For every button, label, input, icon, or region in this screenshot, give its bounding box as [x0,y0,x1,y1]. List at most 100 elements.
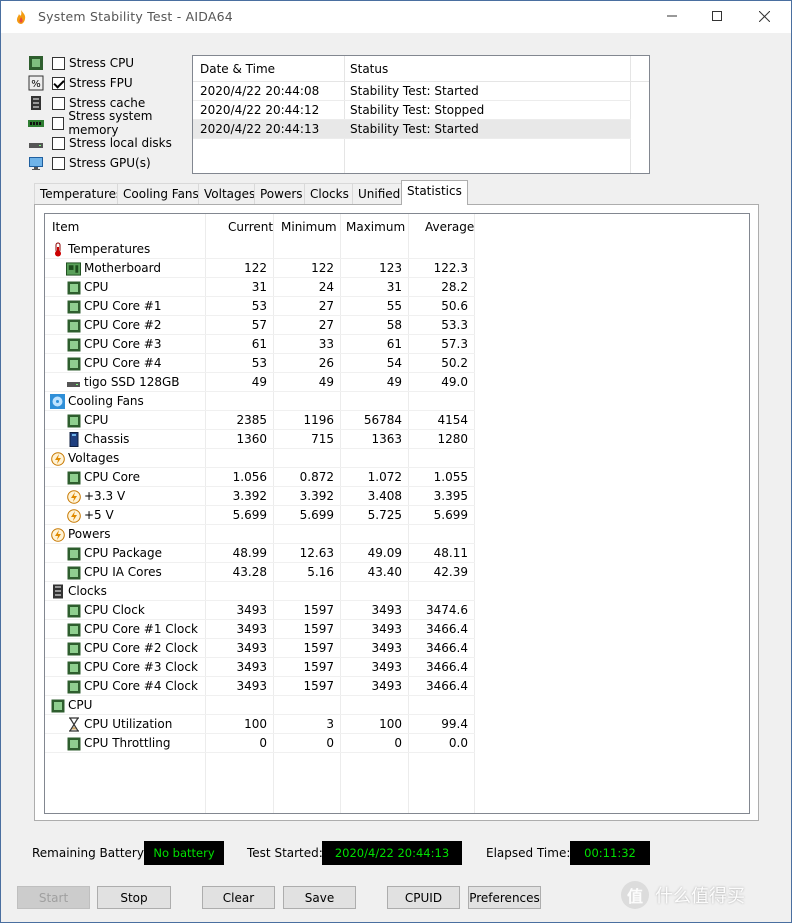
maximum-value: 3493 [371,641,402,655]
item-label: Chassis [84,432,130,446]
item-label: CPU Package [84,546,162,560]
header-minimum[interactable]: Minimum [281,220,337,234]
cpu-chip-icon [66,280,81,295]
event-log-table[interactable]: Date & Time Status 2020/4/22 20:44:08 St… [192,55,650,174]
stress-disks-checkbox[interactable] [52,136,65,150]
table-row[interactable]: CPU Core #3 Clock 3493 1597 3493 3466.4 [45,658,475,677]
tab-unified[interactable]: Unified [352,183,407,204]
table-row[interactable]: CPU Throttling 0 0 0 0.0 [45,734,475,753]
table-row[interactable]: Chassis 1360 715 1363 1280 [45,430,475,449]
minimum-value: 27 [318,299,334,313]
maximum-value: 3493 [371,622,402,636]
minimum-value: 1597 [303,641,334,655]
table-row[interactable]: CPU IA Cores 43.28 5.16 43.40 42.39 [45,563,475,582]
group-row[interactable]: Cooling Fans [45,392,475,411]
current-value: 122 [244,261,267,275]
table-row[interactable]: Motherboard 122 122 123 122.3 [45,259,475,278]
table-row[interactable]: tigo SSD 128GB 49 49 49 49.0 [45,373,475,392]
stress-cpu-checkbox[interactable] [52,56,65,70]
battery-display: No battery [144,841,224,865]
header-current[interactable]: Current [228,220,273,234]
save-button[interactable]: Save [283,886,356,909]
table-row[interactable]: CPU Core #2 Clock 3493 1597 3493 3466.4 [45,639,475,658]
stress-gpu-option[interactable]: Stress GPU(s) [28,153,198,173]
average-value: 99.4 [441,717,468,731]
clear-button[interactable]: Clear [202,886,275,909]
item-label: CPU Utilization [84,717,173,731]
minimize-button[interactable] [649,1,695,31]
table-row[interactable]: CPU 2385 1196 56784 4154 [45,411,475,430]
stress-memory-option[interactable]: Stress system memory [28,109,198,137]
log-row[interactable]: 2020/4/22 20:44:12 Stability Test: Stopp… [193,101,631,120]
item-label: CPU [84,413,109,427]
item-label: CPU Core #1 [84,299,162,313]
close-button[interactable] [741,1,787,31]
table-row[interactable]: CPU Clock 3493 1597 3493 3474.6 [45,601,475,620]
table-row[interactable]: CPU Core #1 53 27 55 50.6 [45,297,475,316]
stress-gpu-checkbox[interactable] [52,156,65,170]
log-header-status[interactable]: Status [350,62,388,76]
minimum-value: 1597 [303,660,334,674]
group-label: Powers [68,527,111,541]
tab-voltages[interactable]: Voltages [198,183,262,204]
log-datetime: 2020/4/22 20:44:12 [200,103,320,117]
maximum-value: 1.072 [367,470,402,484]
tab-temperatures[interactable]: Temperatures [34,183,129,204]
log-header-datetime[interactable]: Date & Time [200,62,275,76]
header-item[interactable]: Item [52,220,79,234]
log-row-selected[interactable]: 2020/4/22 20:44:13 Stability Test: Start… [193,120,631,139]
tab-statistics[interactable]: Statistics [401,180,468,205]
group-row[interactable]: Clocks [45,582,475,601]
group-label: Temperatures [68,242,151,256]
table-row[interactable]: CPU 31 24 31 28.2 [45,278,475,297]
table-row[interactable]: CPU Core #2 57 27 58 53.3 [45,316,475,335]
minimum-value: 27 [318,318,334,332]
minimum-value: 3 [326,717,334,731]
item-label: CPU Core #4 Clock [84,679,198,693]
memory-module-icon [28,115,44,131]
thermometer-icon [50,242,65,257]
table-row[interactable]: +5 V 5.699 5.699 5.725 5.699 [45,506,475,525]
tab-powers[interactable]: Powers [254,183,309,204]
stress-fpu-checkbox[interactable] [52,76,65,90]
table-row[interactable]: CPU Core #4 53 26 54 50.2 [45,354,475,373]
table-row[interactable]: CPU Utilization 100 3 100 99.4 [45,715,475,734]
header-maximum[interactable]: Maximum [346,220,405,234]
table-row[interactable]: +3.3 V 3.392 3.392 3.408 3.395 [45,487,475,506]
stress-memory-checkbox[interactable] [52,116,65,130]
start-button[interactable]: Start [17,886,90,909]
maximize-button[interactable] [694,1,740,31]
header-average[interactable]: Average [425,220,474,234]
statistics-table[interactable]: Item Current Minimum Maximum Average Tem… [44,213,750,814]
tab-cooling-fans[interactable]: Cooling Fans [117,183,205,204]
average-value: 3466.4 [426,660,468,674]
stress-cpu-option[interactable]: Stress CPU [28,53,198,73]
maximum-value: 1363 [371,432,402,446]
table-row[interactable]: CPU Core #1 Clock 3493 1597 3493 3466.4 [45,620,475,639]
group-row[interactable]: Powers [45,525,475,544]
bolt-icon [50,451,65,466]
table-row[interactable]: CPU Core 1.056 0.872 1.072 1.055 [45,468,475,487]
table-row[interactable]: CPU Core #4 Clock 3493 1597 3493 3466.4 [45,677,475,696]
cpuid-button[interactable]: CPUID [387,886,460,909]
current-value: 2385 [236,413,267,427]
cpu-chip-icon [28,55,44,71]
minimum-value: 12.63 [299,546,334,560]
group-row[interactable]: CPU [45,696,475,715]
group-row[interactable]: Temperatures [45,240,475,259]
stress-cache-checkbox[interactable] [52,96,65,110]
log-row[interactable]: 2020/4/22 20:44:08 Stability Test: Start… [193,82,631,101]
table-row[interactable]: CPU Core #3 61 33 61 57.3 [45,335,475,354]
stress-fpu-option[interactable]: % Stress FPU [28,73,198,93]
item-label: CPU IA Cores [84,565,162,579]
stop-button[interactable]: Stop [97,886,171,909]
title-bar[interactable]: System Stability Test - AIDA64 [1,1,791,33]
item-label: CPU Core #2 [84,318,162,332]
item-label: CPU [84,280,109,294]
tab-clocks[interactable]: Clocks [304,183,355,204]
table-row[interactable]: CPU Package 48.99 12.63 49.09 48.11 [45,544,475,563]
minimum-value: 3.392 [299,489,334,503]
stress-disks-option[interactable]: Stress local disks [28,133,198,153]
preferences-button[interactable]: Preferences [468,886,541,909]
group-row[interactable]: Voltages [45,449,475,468]
